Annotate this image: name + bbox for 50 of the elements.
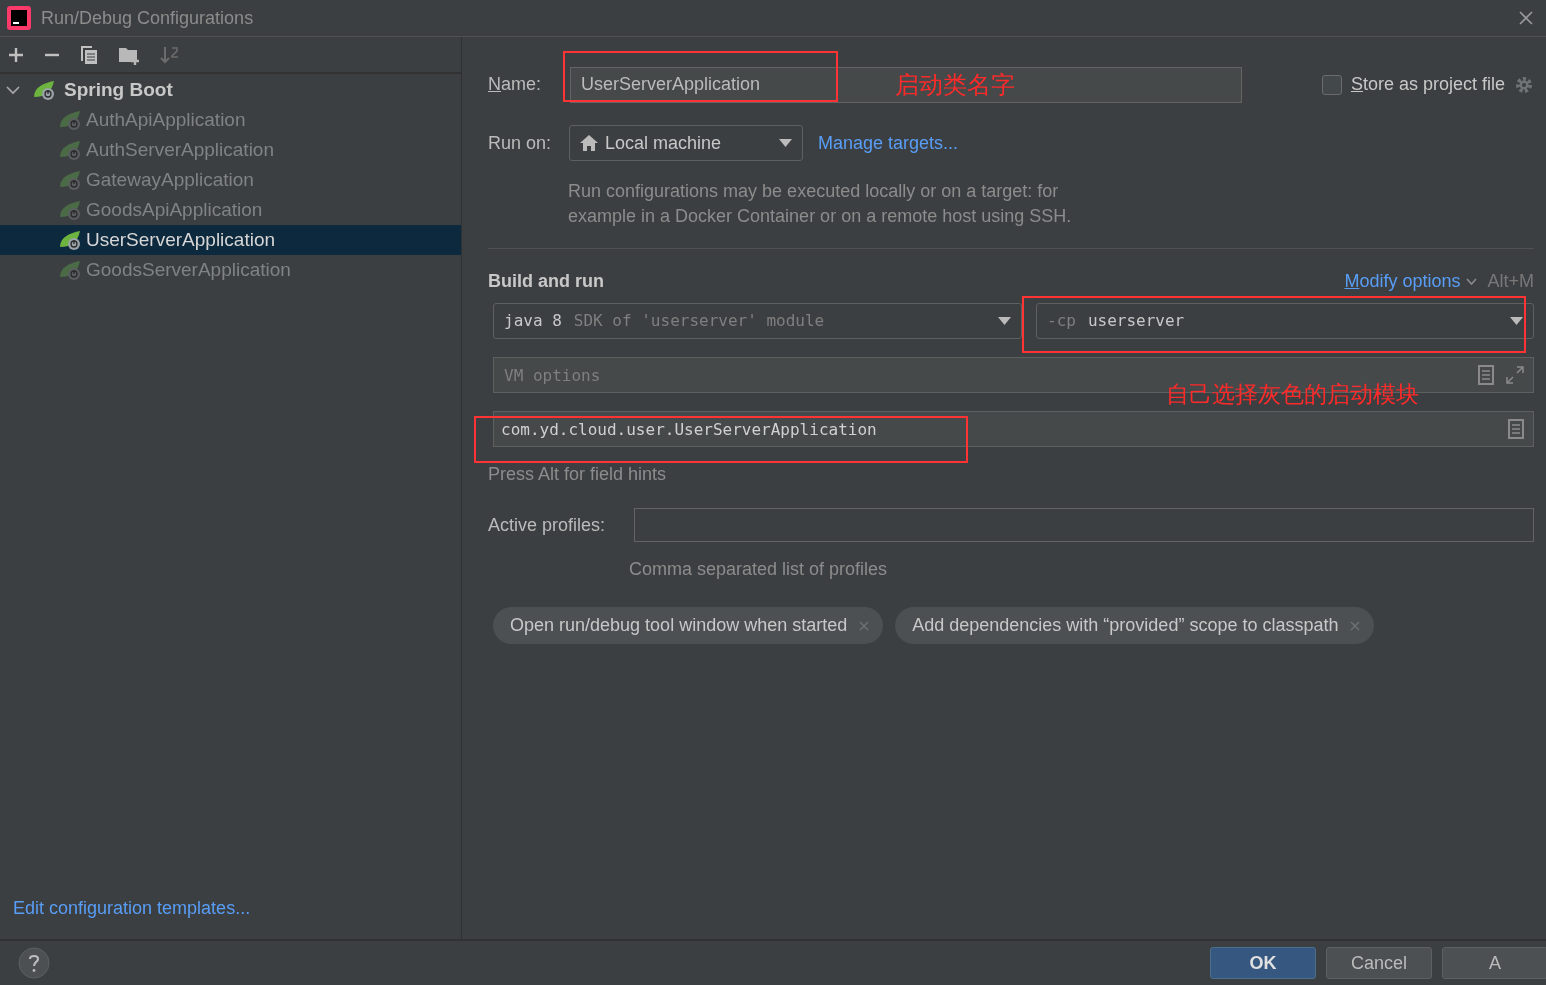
manage-targets-link[interactable]: Manage targets... xyxy=(818,129,959,157)
annotation-text: 启动类名字 xyxy=(895,70,1015,101)
home-icon xyxy=(580,135,598,151)
checkbox[interactable] xyxy=(1321,74,1342,95)
dialog-button[interactable]: Cancel xyxy=(1326,947,1432,979)
sort-icon[interactable] xyxy=(160,44,180,65)
tree-item[interactable]: GoodsApiApplication xyxy=(0,195,461,225)
dialog-button[interactable]: OK xyxy=(1210,947,1316,979)
expand-icon[interactable] xyxy=(1506,366,1524,384)
chevron-down-icon xyxy=(1466,277,1478,285)
settings-icon[interactable] xyxy=(1514,74,1534,95)
app-logo-icon xyxy=(6,5,32,31)
tree-item[interactable]: GoodsServerApplication xyxy=(0,255,461,285)
run-on-label: Run on: xyxy=(488,131,553,155)
caret-icon xyxy=(998,317,1011,325)
tree-item[interactable]: AuthApiApplication xyxy=(0,105,461,135)
run-on-dropdown[interactable]: Local machine xyxy=(569,125,803,161)
tree-item[interactable]: UserServerApplication xyxy=(0,225,461,255)
shortcut-hint: Alt+M xyxy=(1487,269,1534,293)
active-profiles-label: Active profiles: xyxy=(488,513,607,537)
profiles-hint: Comma separated list of profiles xyxy=(629,558,889,581)
dialog-button[interactable]: A xyxy=(1442,947,1546,979)
main-class-field[interactable]: com.yd.cloud.user.UserServerApplication xyxy=(493,411,1534,447)
active-profiles-field[interactable] xyxy=(634,508,1534,542)
document-icon[interactable] xyxy=(1478,365,1494,385)
window-title: Run/Debug Configurations xyxy=(41,6,254,30)
option-chip[interactable]: Open run/debug tool window when started xyxy=(493,607,884,644)
edit-templates-link[interactable]: Edit configuration templates... xyxy=(13,898,251,918)
sdk-dropdown[interactable]: java 8 SDK of 'userserver' module xyxy=(493,303,1022,339)
document-icon[interactable] xyxy=(1508,419,1524,439)
caret-icon xyxy=(779,139,792,147)
add-icon[interactable] xyxy=(8,46,24,63)
modify-options-link[interactable]: Modify options xyxy=(1344,267,1478,295)
close-icon[interactable] xyxy=(1350,620,1361,631)
section-title: Build and run xyxy=(488,269,604,293)
tree-item[interactable]: AuthServerApplication xyxy=(0,135,461,165)
store-as-project-file-label: Store as project file xyxy=(1350,73,1505,96)
field-hint: Press Alt for field hints xyxy=(488,463,668,486)
close-icon[interactable] xyxy=(859,620,870,631)
tree-item[interactable]: GatewayApplication xyxy=(0,165,461,195)
tree-group-label[interactable]: Spring Boot xyxy=(64,75,173,105)
option-chip[interactable]: Add dependencies with “provided” scope to classpath xyxy=(895,607,1375,644)
caret-icon xyxy=(1510,317,1523,325)
copy-icon[interactable] xyxy=(80,44,98,65)
name-label: Name: xyxy=(488,73,543,96)
classpath-dropdown[interactable]: -cp userserver xyxy=(1036,303,1534,339)
chevron-down-icon[interactable] xyxy=(6,85,20,95)
help-icon[interactable] xyxy=(18,947,50,979)
run-on-hint: Run configurations may be executed locally or on a target: for example in a Docker Container or on a remote host using SSH. xyxy=(568,180,1073,228)
close-icon[interactable] xyxy=(1518,10,1534,26)
